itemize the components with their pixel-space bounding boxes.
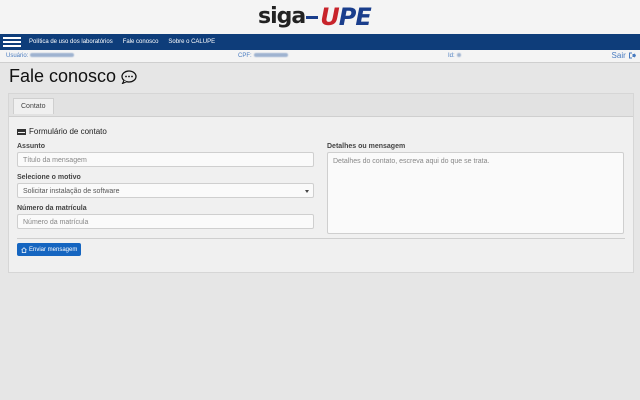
user-cpf-info: CPF: [238,53,288,59]
siga-logo-text: siga [258,4,306,29]
page-title: Fale conosco [9,66,137,87]
motivo-selected-value[interactable]: Solicitar instalação de software [23,188,120,195]
chevron-down-icon[interactable] [305,190,309,193]
send-message-button[interactable]: Enviar mensagem [17,243,82,256]
contact-card: Contato Formulário de contato Assunto Tí… [8,93,634,273]
detalhes-label: Detalhes ou mensagem [327,143,406,150]
tab-strip [9,94,633,117]
motivo-select[interactable]: Solicitar instalação de software [17,183,314,198]
nav-link-sobre[interactable]: Sobre o CALUPE [168,39,215,45]
logo-bar: siga UPE [0,0,640,34]
top-navbar: Política de uso dos laboratórios Fale co… [0,34,640,50]
logout-label[interactable]: Sair [612,51,626,60]
logout-link[interactable]: Sair [612,51,636,60]
divider [17,238,625,239]
siga-upe-logo: siga UPE [258,3,372,31]
home-icon [21,246,27,253]
redacted-id [456,53,461,58]
upe-logo-u: U [320,3,339,31]
form-title: Formulário de contato [17,127,107,136]
speech-bubble-icon [121,69,137,84]
nav-link-fale-conosco[interactable]: Fale conosco [123,39,159,45]
logout-icon[interactable] [628,52,636,59]
nav-link-politica[interactable]: Política de uso dos laboratórios [29,39,113,45]
form-title-text: Formulário de contato [29,127,107,136]
user-id-info: Id: [448,53,461,59]
send-message-label[interactable]: Enviar mensagem [29,247,77,253]
detalhes-textarea[interactable]: Detalhes do contato, escreva aqui do que… [327,152,624,234]
logo-dash [306,15,319,19]
user-name-info: Usuário: [6,53,75,59]
envelope-icon [17,128,26,135]
matricula-label: Número da matrícula [17,205,87,212]
menu-icon[interactable] [3,36,21,48]
cpf-label: CPF: [238,53,252,59]
user-info-bar: Usuário: CPF: Id: Sair [0,50,640,63]
page-title-text: Fale conosco [9,66,117,86]
id-label: Id: [448,53,455,59]
matricula-input[interactable]: Número da matrícula [17,214,314,229]
motivo-label: Selecione o motivo [17,174,81,181]
upe-logo-text: UPE [320,3,372,31]
usuario-label: Usuário: [6,53,29,59]
redacted-name [30,53,75,58]
assunto-input[interactable]: Título da mensagem [17,152,314,167]
upe-logo-pe: PE [338,3,372,31]
assunto-label: Assunto [17,143,45,150]
tab-contato[interactable]: Contato [13,98,54,114]
redacted-cpf [253,53,288,58]
